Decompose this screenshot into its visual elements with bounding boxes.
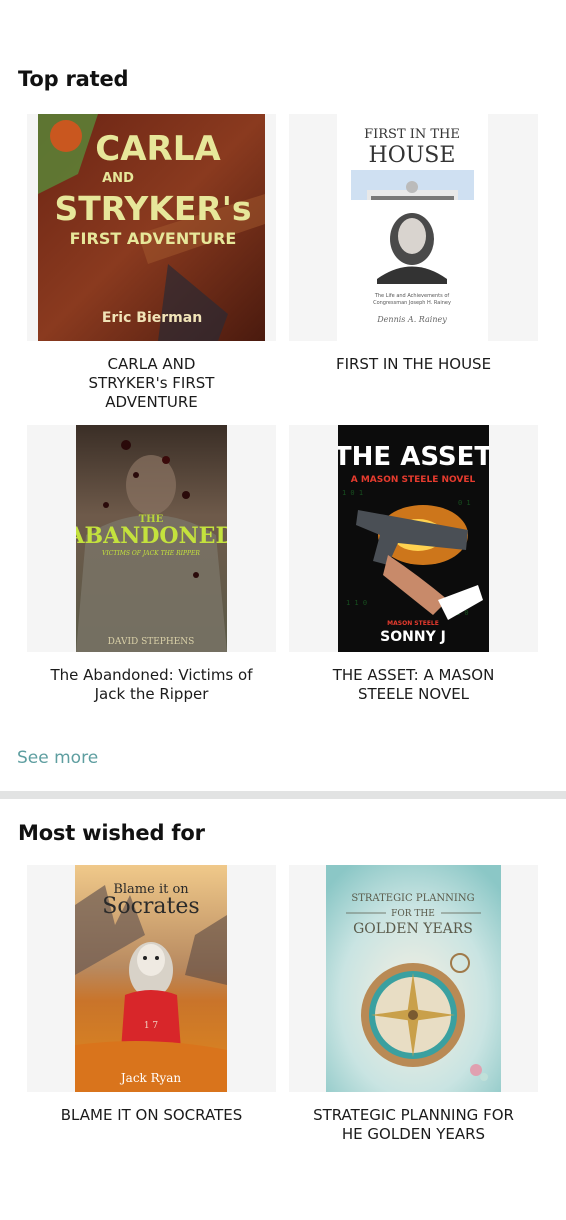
book-card-strategic-planning[interactable]: STRATEGIC PLANNING FOR THE GOLDEN YEARS … — [289, 865, 538, 1155]
svg-text:THE ASSET: THE ASSET — [338, 442, 489, 472]
svg-text:1 0 1: 1 0 1 — [342, 489, 363, 497]
book-cover-image[interactable]: STRATEGIC PLANNING FOR THE GOLDEN YEARS — [326, 865, 501, 1092]
svg-text:Dennis A. Rainey: Dennis A. Rainey — [376, 315, 447, 324]
book-card-the-abandoned[interactable]: THE ABANDONED VICTIMS OF JACK THE RIPPER… — [27, 425, 276, 715]
svg-text:STRATEGIC PLANNING: STRATEGIC PLANNING — [351, 893, 474, 904]
svg-text:FIRST ADVENTURE: FIRST ADVENTURE — [70, 229, 237, 248]
book-cover-image[interactable]: Blame it on Socrates 1 7 Jack Ryan — [75, 865, 227, 1092]
svg-text:The Life and Achievements of: The Life and Achievements of — [374, 293, 450, 299]
section-title-top-rated: Top rated — [18, 67, 129, 91]
svg-text:1 7: 1 7 — [144, 1021, 159, 1031]
svg-text:Socrates: Socrates — [102, 894, 199, 919]
book-title[interactable]: The Abandoned: Victims of Jack the Rippe… — [27, 666, 276, 704]
cover-frame: THE ABANDONED VICTIMS OF JACK THE RIPPER… — [27, 425, 276, 652]
svg-text:ABANDONED: ABANDONED — [76, 523, 227, 549]
section-title-most-wished: Most wished for — [18, 821, 205, 845]
svg-text:GOLDEN YEARS: GOLDEN YEARS — [353, 921, 473, 937]
book-title[interactable]: BLAME IT ON SOCRATES — [27, 1106, 276, 1125]
book-title[interactable]: CARLA AND STRYKER's FIRST ADVENTURE — [27, 355, 276, 412]
book-card-first-in-the-house[interactable]: FIRST IN THE HOUSE The Life and Achievem… — [289, 114, 538, 404]
svg-text:DAVID STEPHENS: DAVID STEPHENS — [108, 637, 195, 647]
cover-frame: CARLA AND STRYKER's FIRST ADVENTURE Eric… — [27, 114, 276, 341]
svg-text:FIRST IN THE: FIRST IN THE — [364, 127, 460, 142]
book-card-carla-and-stryker[interactable]: CARLA AND STRYKER's FIRST ADVENTURE Eric… — [27, 114, 276, 411]
most-wished-section: Most wished for Blame it on Socrates 1 7… — [0, 799, 566, 1220]
book-cover-image[interactable]: FIRST IN THE HOUSE The Life and Achievem… — [337, 114, 488, 341]
svg-text:Eric Bierman: Eric Bierman — [102, 310, 202, 326]
cover-frame: FIRST IN THE HOUSE The Life and Achievem… — [289, 114, 538, 341]
svg-text:FOR THE: FOR THE — [391, 909, 435, 919]
cover-frame: 1 0 10 11 1 01 0 THE ASSET A MASON STEEL… — [289, 425, 538, 652]
book-title[interactable]: STRATEGIC PLANNING FOR HE GOLDEN YEARS — [289, 1106, 538, 1144]
cover-title-text: CARLA — [95, 129, 221, 169]
svg-text:Jack Ryan: Jack Ryan — [119, 1071, 182, 1085]
svg-text:STRYKER's: STRYKER's — [54, 189, 251, 228]
book-cover-image[interactable]: 1 0 10 11 1 01 0 THE ASSET A MASON STEEL… — [338, 425, 489, 652]
book-title[interactable]: THE ASSET: A MASON STEELE NOVEL — [289, 666, 538, 704]
book-cover-image[interactable]: CARLA AND STRYKER's FIRST ADVENTURE Eric… — [38, 114, 265, 341]
book-card-the-asset[interactable]: 1 0 10 11 1 01 0 THE ASSET A MASON STEEL… — [289, 425, 538, 715]
cover-frame: Blame it on Socrates 1 7 Jack Ryan — [27, 865, 276, 1092]
section-divider — [0, 791, 566, 799]
svg-text:SONNY J: SONNY J — [380, 629, 446, 645]
svg-text:A MASON STEELE NOVEL: A MASON STEELE NOVEL — [351, 475, 476, 485]
svg-text:VICTIMS OF JACK THE RIPPER: VICTIMS OF JACK THE RIPPER — [102, 550, 200, 557]
book-card-blame-it-on-socrates[interactable]: Blame it on Socrates 1 7 Jack Ryan BLAME… — [27, 865, 276, 1155]
svg-text:Congressman Joseph H. Rainey: Congressman Joseph H. Rainey — [373, 300, 451, 306]
see-more-link[interactable]: See more — [17, 748, 98, 768]
cover-frame: STRATEGIC PLANNING FOR THE GOLDEN YEARS — [289, 865, 538, 1092]
svg-text:MASON STEELE: MASON STEELE — [387, 620, 439, 627]
svg-text:AND: AND — [102, 171, 134, 186]
svg-text:HOUSE: HOUSE — [369, 143, 456, 168]
book-cover-image[interactable]: THE ABANDONED VICTIMS OF JACK THE RIPPER… — [76, 425, 227, 652]
svg-text:1 1 0: 1 1 0 — [346, 599, 367, 607]
top-rated-section: Top rated CARLA AND STRYKER's FIRST ADVE… — [0, 0, 566, 790]
svg-text:0 1: 0 1 — [458, 499, 471, 507]
book-title[interactable]: FIRST IN THE HOUSE — [289, 355, 538, 374]
